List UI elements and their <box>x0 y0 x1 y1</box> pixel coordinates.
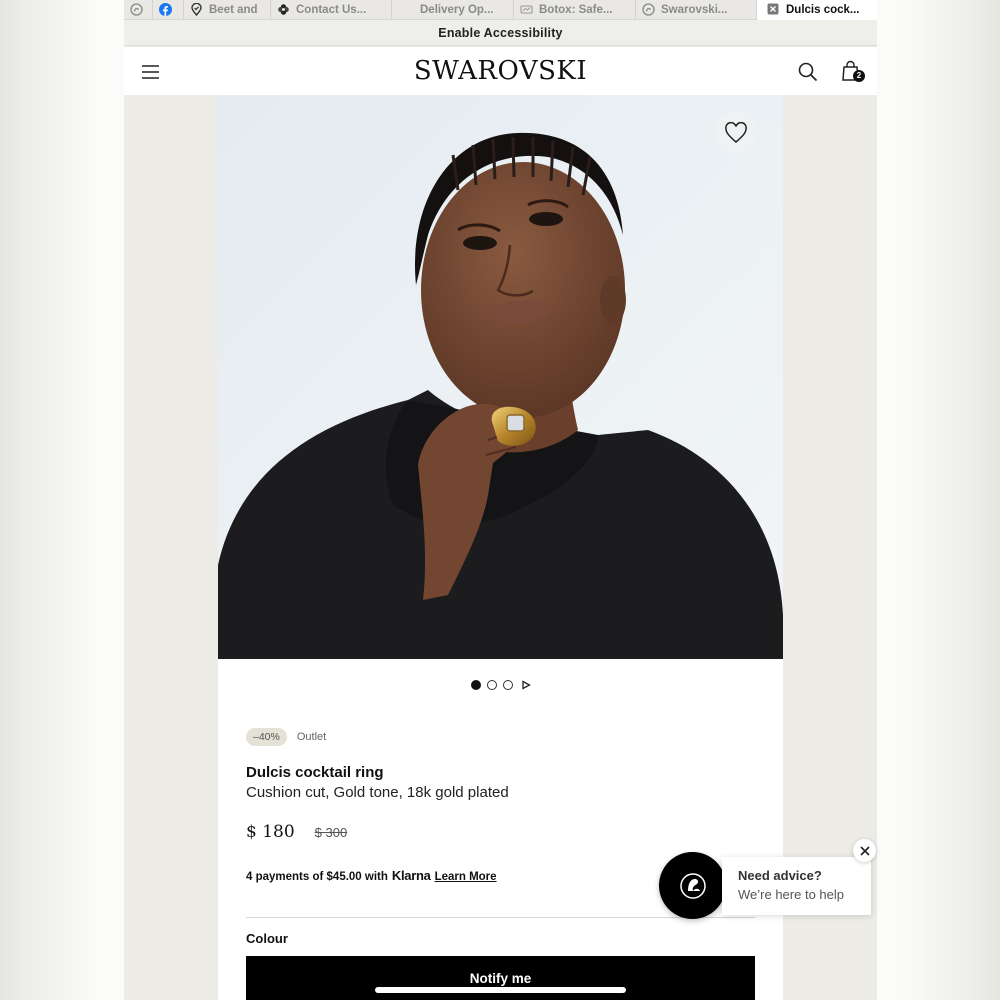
carousel-pagination <box>218 680 783 690</box>
current-price: $ 180 <box>246 822 295 842</box>
browser-frame: Beet and Contact Us... Delivery Op... Bo… <box>124 0 877 1000</box>
model-photo <box>218 95 783 659</box>
original-price: $ 300 <box>314 825 348 840</box>
product-badges: –40% Outlet <box>246 728 326 746</box>
flower-icon <box>277 3 290 16</box>
swan-icon <box>642 3 655 16</box>
discount-badge: –40% <box>246 728 287 746</box>
klarna-financing: 4 payments of $45.00 with Klarna Learn M… <box>246 868 497 883</box>
search-icon[interactable] <box>797 61 819 83</box>
swan-icon <box>130 3 143 16</box>
chat-title: Need advice? <box>738 868 822 883</box>
divider <box>246 917 755 918</box>
klarna-text: 4 payments of $45.00 with <box>246 871 388 883</box>
close-chat-icon[interactable] <box>853 839 876 862</box>
tab-facebook[interactable] <box>153 0 184 20</box>
enable-accessibility-button[interactable]: Enable Accessibility <box>124 20 877 46</box>
swarovski-logo[interactable]: SWAROVSKI <box>124 56 877 86</box>
tab-label: Beet and <box>209 3 258 16</box>
chat-prompt[interactable]: Need advice? We’re here to help <box>722 857 871 915</box>
product-subtitle: Cushion cut, Gold tone, 18k gold plated <box>246 784 509 801</box>
site-header: SWAROVSKI 2 <box>124 47 877 95</box>
outlet-label: Outlet <box>296 731 327 743</box>
tab-label: Dulcis cock... <box>786 3 860 16</box>
wishlist-heart-icon[interactable] <box>714 111 758 155</box>
shopping-bag-icon[interactable]: 2 <box>841 60 867 86</box>
tab-dulcis-cocktail[interactable]: Dulcis cock... <box>757 0 877 20</box>
klarna-logo: Klarna <box>391 868 431 883</box>
tab-botox-safe[interactable]: Botox: Safe... <box>514 0 636 20</box>
close-icon[interactable] <box>767 3 780 16</box>
play-icon[interactable] <box>521 680 531 690</box>
klarna-learn-more-link[interactable]: Learn More <box>435 871 497 883</box>
tab-label: Botox: Safe... <box>539 3 613 16</box>
product-image[interactable] <box>218 95 783 659</box>
tab-label: Contact Us... <box>296 3 367 16</box>
chat-swan-icon[interactable] <box>659 852 726 919</box>
carousel-dot-1[interactable] <box>470 680 481 690</box>
product-title: Dulcis cocktail ring <box>246 764 384 781</box>
carousel-dot-3[interactable] <box>502 680 513 690</box>
colour-label: Colour <box>246 931 288 946</box>
tab-delivery-options[interactable]: Delivery Op... <box>392 0 514 20</box>
tab-contact-us[interactable]: Contact Us... <box>271 0 392 20</box>
site-icon <box>520 3 533 16</box>
facebook-icon <box>159 3 172 16</box>
tab-label: Swarovski... <box>661 3 728 16</box>
tab-label: Delivery Op... <box>420 3 494 16</box>
tab-swarovski-2[interactable]: Swarovski... <box>636 0 757 20</box>
carousel-dot-2[interactable] <box>486 680 497 690</box>
location-pin-icon <box>190 3 203 16</box>
chat-subtitle: We’re here to help <box>738 887 844 902</box>
notify-me-button[interactable]: Notify me <box>246 956 755 1000</box>
tab-swarovski-1[interactable] <box>124 0 153 20</box>
tab-bar: Beet and Contact Us... Delivery Op... Bo… <box>124 0 877 20</box>
hamburger-menu-icon[interactable] <box>141 64 161 80</box>
tab-beet-and[interactable]: Beet and <box>184 0 271 20</box>
cart-count-badge: 2 <box>853 70 865 82</box>
home-indicator <box>375 987 626 993</box>
price-row: $ 180 $ 300 <box>246 822 347 842</box>
